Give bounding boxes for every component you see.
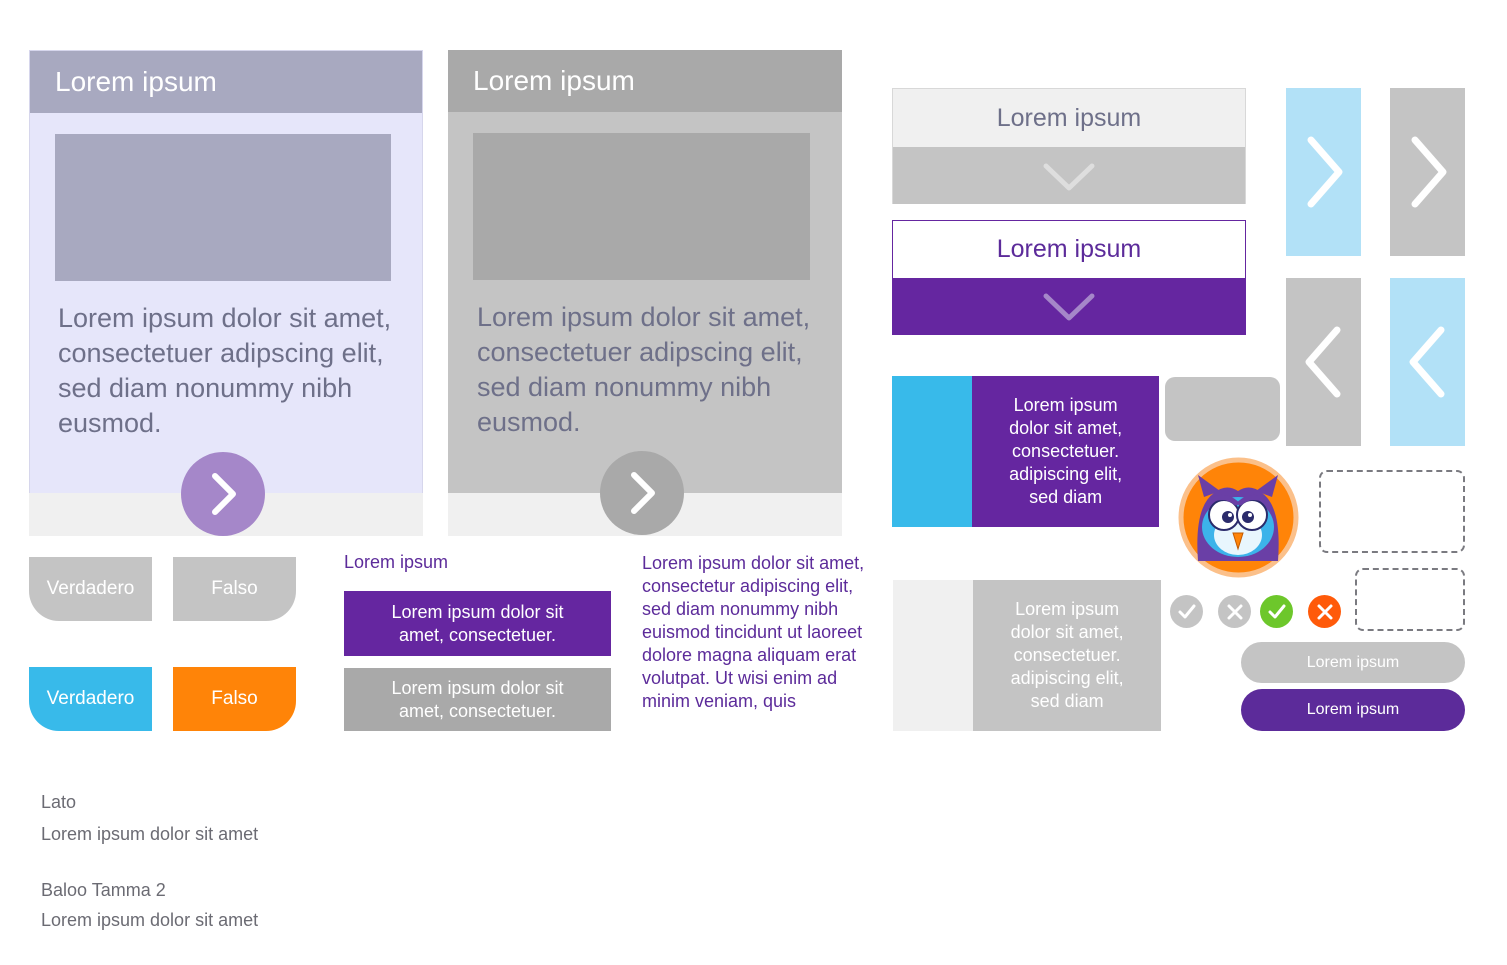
chevron-down-icon bbox=[1043, 163, 1095, 190]
card-title: Lorem ipsum bbox=[448, 50, 842, 112]
accordion-toggle[interactable] bbox=[893, 278, 1245, 334]
card-image-placeholder bbox=[55, 134, 391, 281]
chevron-left-icon bbox=[1305, 326, 1340, 398]
accordion-label: Lorem ipsum bbox=[893, 221, 1245, 278]
gray-option-button[interactable]: Lorem ipsum dolor sit amet, consectetuer… bbox=[344, 668, 611, 731]
card-image-placeholder bbox=[473, 133, 810, 280]
chevron-right-icon bbox=[1411, 136, 1446, 208]
small-heading: Lorem ipsum bbox=[344, 552, 449, 572]
chevron-right-icon bbox=[212, 473, 236, 515]
drop-zone-large[interactable] bbox=[1319, 470, 1465, 553]
card-body-text: Lorem ipsum dolor sit amet, consectetuer… bbox=[477, 302, 811, 437]
info-card-active[interactable]: Lorem ipsum dolor sit amet, consectetuer… bbox=[892, 376, 1159, 527]
content-card-2: Lorem ipsum Lorem ipsum dolor sit amet, … bbox=[448, 50, 842, 536]
info-card-inactive[interactable]: Lorem ipsum dolor sit amet, consectetuer… bbox=[893, 580, 1161, 731]
info-card-text: Lorem ipsum dolor sit amet, consectetuer… bbox=[973, 580, 1161, 731]
prev-arrow-active[interactable] bbox=[1390, 278, 1465, 446]
font-name-lato: Lato bbox=[41, 792, 77, 812]
true-toggle-active[interactable]: Verdadero bbox=[29, 667, 152, 731]
font-name-baloo: Baloo Tamma 2 bbox=[41, 880, 166, 900]
card-title: Lorem ipsum bbox=[30, 51, 422, 113]
body-paragraph: Lorem ipsum dolor sit amet, consectetur … bbox=[642, 553, 865, 711]
card-body-text: Lorem ipsum dolor sit amet, consectetuer… bbox=[58, 303, 392, 438]
next-arrow-inactive[interactable] bbox=[1390, 88, 1465, 256]
chevron-right-icon bbox=[1307, 136, 1342, 208]
primary-round-button[interactable]: Lorem ipsum bbox=[1241, 689, 1465, 731]
false-toggle-active[interactable]: Falso bbox=[173, 667, 296, 731]
purple-option-button[interactable]: Lorem ipsum dolor sit amet, consectetuer… bbox=[344, 591, 611, 656]
check-icon bbox=[1170, 595, 1203, 628]
info-card-accent bbox=[892, 376, 973, 527]
chevron-right-icon bbox=[631, 472, 655, 514]
owl-mascot-icon bbox=[1178, 457, 1299, 578]
drop-zone-small[interactable] bbox=[1355, 568, 1465, 631]
prev-arrow-inactive[interactable] bbox=[1286, 278, 1361, 446]
accordion-active[interactable]: Lorem ipsum bbox=[892, 220, 1246, 335]
next-button[interactable] bbox=[181, 452, 265, 536]
close-icon bbox=[1218, 595, 1251, 628]
check-icon bbox=[1260, 595, 1293, 628]
next-button[interactable] bbox=[600, 451, 684, 535]
small-gray-block[interactable] bbox=[1165, 377, 1280, 441]
accordion-toggle[interactable] bbox=[893, 147, 1245, 204]
false-toggle-neutral[interactable]: Falso bbox=[173, 557, 296, 621]
secondary-round-button[interactable]: Lorem ipsum bbox=[1241, 642, 1465, 683]
chevron-down-icon bbox=[1043, 293, 1095, 321]
accordion-inactive[interactable]: Lorem ipsum bbox=[892, 88, 1246, 204]
info-card-accent bbox=[893, 580, 974, 731]
font-sample-lato: Lorem ipsum dolor sit amet bbox=[41, 824, 259, 844]
true-toggle-neutral[interactable]: Verdadero bbox=[29, 557, 152, 621]
font-sample-baloo: Lorem ipsum dolor sit amet bbox=[41, 910, 259, 930]
accordion-label: Lorem ipsum bbox=[893, 89, 1245, 147]
next-arrow-active[interactable] bbox=[1286, 88, 1361, 256]
content-card-1: Lorem ipsum Lorem ipsum dolor sit amet, … bbox=[29, 50, 423, 536]
chevron-left-icon bbox=[1409, 326, 1444, 398]
close-icon bbox=[1308, 595, 1341, 628]
info-card-text: Lorem ipsum dolor sit amet, consectetuer… bbox=[972, 376, 1159, 527]
